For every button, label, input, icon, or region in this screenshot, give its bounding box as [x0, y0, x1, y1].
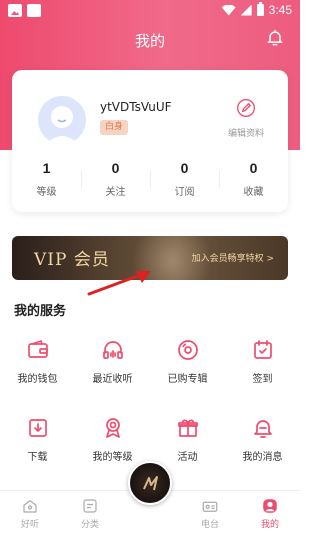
stat-value: 0 — [111, 160, 120, 176]
app-notification-icon — [27, 4, 41, 17]
tab-radio[interactable]: 电台 — [180, 491, 240, 533]
stat-label: 订阅 — [174, 187, 195, 198]
service-label: 最近收听 — [92, 374, 133, 385]
service-label: 我的消息 — [242, 452, 283, 463]
wallet-icon — [27, 340, 48, 358]
now-playing-disc[interactable] — [128, 461, 172, 505]
services-section-title: 我的服务 — [14, 304, 67, 319]
player-tab[interactable] — [120, 461, 180, 533]
stat-level[interactable]: 1 等级 — [12, 160, 81, 198]
bell-icon[interactable] — [265, 28, 285, 48]
battery-icon — [256, 2, 264, 16]
vip-join-link[interactable]: 加入会员畅享特权 > — [192, 251, 274, 264]
stat-value: 0 — [180, 160, 189, 176]
medal-icon — [105, 418, 120, 438]
home-icon — [23, 500, 37, 513]
gallery-notification-icon — [8, 4, 22, 17]
avatar[interactable] — [38, 96, 86, 144]
tab-mine[interactable]: 我的 — [240, 491, 300, 533]
status-bar: 3:45 — [0, 0, 300, 22]
wifi-icon — [221, 4, 236, 16]
radio-icon — [202, 501, 218, 512]
bottom-tab-bar: 好听 分类 电台 我的 — [0, 461, 300, 533]
stat-subscriptions[interactable]: 0 订阅 — [150, 160, 219, 198]
stat-favorites[interactable]: 0 收藏 — [219, 160, 288, 198]
service-label: 签到 — [252, 374, 273, 385]
stat-label: 等级 — [36, 187, 57, 198]
pencil-icon — [237, 99, 255, 117]
edit-profile-button[interactable]: 编辑资料 — [224, 98, 268, 139]
level-badge: 白身 — [100, 120, 129, 135]
stat-value: 1 — [42, 160, 51, 176]
tab-category[interactable]: 分类 — [60, 491, 120, 533]
disc-icon — [177, 340, 198, 360]
headphones-icon — [102, 341, 123, 359]
vip-title: VIP 会员 — [34, 250, 110, 270]
system-status: 3:45 — [221, 2, 292, 17]
download-icon — [28, 419, 47, 437]
username[interactable]: ytVDTsVuUF — [100, 100, 172, 114]
service-wallet[interactable]: 我的钱包 — [0, 338, 75, 416]
notification-icons — [8, 4, 41, 17]
tab-label: 我的 — [260, 520, 279, 530]
service-label: 我的钱包 — [17, 374, 58, 385]
tab-label: 好听 — [20, 520, 39, 530]
service-checkin[interactable]: 签到 — [225, 338, 300, 416]
status-time: 3:45 — [268, 3, 292, 17]
service-label: 下载 — [27, 452, 48, 463]
edit-profile-label: 编辑资料 — [227, 129, 264, 139]
bell-message-icon — [253, 420, 272, 438]
profile-icon — [263, 499, 277, 513]
service-label: 活动 — [177, 452, 198, 463]
profile-card: ytVDTsVuUF 白身 编辑资料 1 等级 0 关注 0 订阅 0 收藏 — [12, 70, 288, 212]
stat-value: 0 — [249, 160, 258, 176]
default-avatar-icon — [46, 106, 78, 144]
tab-label: 分类 — [80, 520, 99, 530]
calendar-check-icon — [253, 340, 272, 359]
service-purchased[interactable]: 已购专辑 — [150, 338, 225, 416]
stat-following[interactable]: 0 关注 — [81, 160, 150, 198]
service-label: 我的等级 — [92, 452, 133, 463]
signal-icon — [240, 4, 252, 16]
service-label: 已购专辑 — [167, 374, 208, 385]
profile-stats: 1 等级 0 关注 0 订阅 0 收藏 — [12, 160, 288, 198]
tab-label: 电台 — [200, 520, 219, 530]
tab-haoting[interactable]: 好听 — [0, 491, 60, 533]
gift-icon — [177, 419, 198, 437]
play-disc-icon — [143, 476, 158, 491]
stat-label: 收藏 — [243, 187, 264, 198]
red-arrow-annotation-icon — [87, 271, 151, 296]
stat-label: 关注 — [105, 187, 126, 198]
service-download[interactable]: 下载 — [0, 416, 75, 494]
page-title: 我的 — [134, 32, 165, 50]
service-messages[interactable]: 我的消息 — [225, 416, 300, 494]
category-icon — [83, 499, 97, 513]
service-recent[interactable]: 最近收听 — [75, 338, 150, 416]
